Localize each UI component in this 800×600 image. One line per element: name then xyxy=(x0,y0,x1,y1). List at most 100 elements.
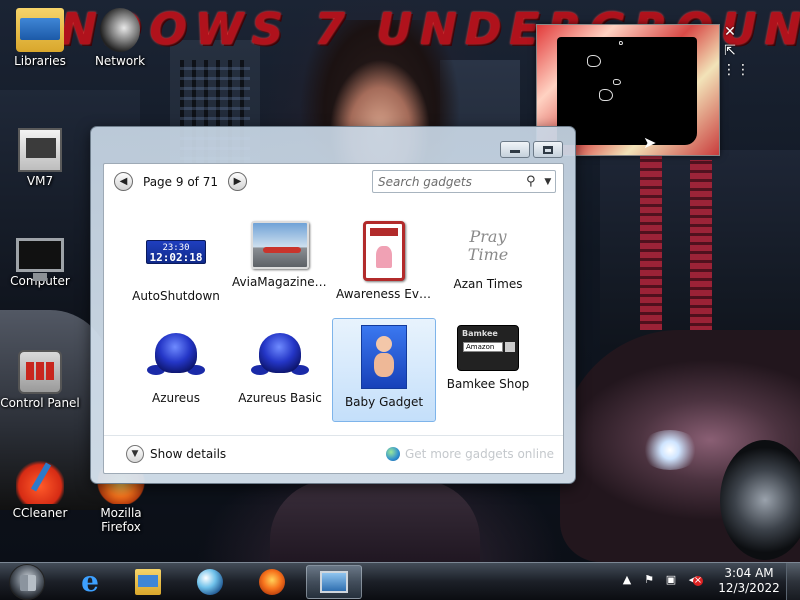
internet-explorer-icon: e xyxy=(81,565,99,598)
minimize-button[interactable] xyxy=(500,141,530,158)
libraries-icon xyxy=(16,8,64,52)
maximize-icon xyxy=(543,145,553,154)
gadget-tile-azureus-basic[interactable]: Azureus Basic xyxy=(228,318,332,422)
taskbar-firefox[interactable] xyxy=(244,565,300,599)
chevron-up-icon[interactable]: ▲ xyxy=(620,573,634,587)
taskbar-windows-media-player[interactable] xyxy=(182,565,238,599)
control-panel-icon xyxy=(18,350,62,394)
desktop-icon-computer[interactable]: Computer xyxy=(0,232,80,288)
baby-gadget-thumbnail xyxy=(361,325,407,389)
desktop-icon-label: Network xyxy=(94,54,146,68)
detach-icon[interactable]: ⇱ xyxy=(722,43,738,59)
show-details-label: Show details xyxy=(150,447,227,461)
taskbar-internet-explorer[interactable]: e xyxy=(62,565,118,599)
gadget-tile-aviamagazine[interactable]: AviaMagazine R... xyxy=(228,214,332,318)
get-more-gadgets-label: Get more gadgets online xyxy=(405,447,555,461)
asteroid-icon xyxy=(587,55,601,67)
show-desktop-button[interactable] xyxy=(786,563,800,600)
bamkee-shop-header: Bamkee xyxy=(462,329,498,338)
gadget-name: Awareness Even... xyxy=(336,287,435,301)
autoshutdown-current-time: 12:02:18 xyxy=(149,251,203,264)
desktop-icon-label: Libraries xyxy=(14,54,66,68)
frog-icon xyxy=(147,325,205,385)
desktop-icon-ccleaner[interactable]: CCleaner xyxy=(0,460,80,520)
desktop-icon-network[interactable]: Network xyxy=(80,8,160,68)
azan-times-thumbnail: Pray Time xyxy=(457,221,519,271)
wallpaper-car-headlight xyxy=(640,430,700,470)
asteroid-icon xyxy=(619,41,623,45)
desktop-icon-label: CCleaner xyxy=(12,506,68,520)
search-box[interactable]: ⚲ ▼ xyxy=(372,170,556,193)
wallpaper-neon-sign xyxy=(690,160,712,350)
gadget-tile-azureus[interactable]: Azureus xyxy=(124,318,228,422)
aviamagazine-thumbnail xyxy=(251,221,309,269)
gadget-name: Baby Gadget xyxy=(344,395,424,409)
search-input[interactable] xyxy=(378,174,526,189)
chevron-down-icon[interactable]: ▼ xyxy=(544,177,555,187)
bamkee-shop-thumbnail: Bamkee Amazon xyxy=(457,325,519,371)
taskbar-clock[interactable]: 3:04 AM 12/3/2022 xyxy=(718,566,780,596)
gadget-tile-autoshutdown[interactable]: 23:30 12:02:18 Cancel AutoShutdown xyxy=(124,214,228,318)
volume-muted-icon[interactable]: ◀ xyxy=(686,573,703,587)
gadget-tile-azan-times[interactable]: Pray Time Azan Times xyxy=(436,214,540,318)
gadget-name: AutoShutdown xyxy=(132,289,220,303)
gadget-name: Azureus Basic xyxy=(238,391,322,405)
start-button[interactable] xyxy=(9,564,45,600)
page-indicator: Page 9 of 71 xyxy=(143,174,218,189)
get-more-gadgets-link[interactable]: Get more gadgets online xyxy=(386,447,554,461)
network-icon xyxy=(100,8,140,52)
gadget-grid: 23:30 12:02:18 Cancel AutoShutdown AviaM… xyxy=(124,214,544,422)
close-icon[interactable]: ✕ xyxy=(722,24,738,40)
network-icon[interactable]: ▣ xyxy=(664,573,678,587)
autoshutdown-thumbnail: 23:30 12:02:18 Cancel xyxy=(146,221,206,283)
drag-handle-icon[interactable]: ⋮⋮ xyxy=(722,62,750,78)
gadget-tile-baby-gadget[interactable]: Baby Gadget xyxy=(332,318,436,422)
media-player-icon xyxy=(197,569,223,595)
search-icon[interactable]: ⚲ xyxy=(526,174,538,189)
system-tray: ▲ ⚑ ▣ ◀ xyxy=(620,573,703,587)
azan-times-logo-text: Pray Time xyxy=(467,227,509,264)
previous-page-button[interactable]: ◀ xyxy=(114,172,133,191)
desktop-icon-label: Mozilla Firefox xyxy=(100,506,142,534)
desktop-icon-label: VM7 xyxy=(26,174,54,188)
wallpaper-neon-sign xyxy=(640,150,662,330)
mouse-cursor-icon: ➤ xyxy=(643,133,657,152)
bamkee-shop-go-icon xyxy=(505,342,515,352)
gadget-gallery-window: ◀ Page 9 of 71 ▶ ⚲ ▼ 23:30 12:02:18 Canc… xyxy=(90,126,576,484)
asteroid-icon xyxy=(613,79,621,85)
gadget-tile-bamkee-shop[interactable]: Bamkee Amazon Bamkee Shop xyxy=(436,318,540,422)
window-controls xyxy=(500,141,563,158)
asteroid-icon xyxy=(599,89,613,101)
desktop-icon-vm7[interactable]: VM7 xyxy=(0,128,80,188)
desktop-icon-control-panel[interactable]: Control Panel xyxy=(0,350,80,410)
gadget-preview-screen: ➤ xyxy=(557,37,697,152)
globe-icon xyxy=(386,447,400,461)
desktop-icon-label: Control Panel xyxy=(0,396,80,410)
taskbar-windows-explorer[interactable] xyxy=(120,565,176,599)
gadget-preview-toolbar: ✕ ⇱ ⋮⋮ xyxy=(722,24,750,81)
gadget-name: Azan Times xyxy=(453,277,523,291)
taskbar: e ▲ ⚑ ▣ ◀ 3:04 AM 12/3/2022 xyxy=(0,562,800,600)
gadget-tile-awareness-events[interactable]: Awareness Even... xyxy=(332,214,436,318)
next-page-button[interactable]: ▶ xyxy=(227,172,247,191)
desktop-icon-libraries[interactable]: Libraries xyxy=(0,8,80,68)
show-details-toggle[interactable]: ▼ Show details xyxy=(126,445,226,463)
gadget-name: Bamkee Shop xyxy=(446,377,530,391)
frog-icon xyxy=(251,325,309,385)
minimize-icon xyxy=(510,150,520,153)
awareness-events-thumbnail xyxy=(363,221,405,281)
maximize-button[interactable] xyxy=(533,141,563,158)
firefox-icon xyxy=(259,569,285,595)
ccleaner-icon xyxy=(16,460,64,504)
gadget-name: AviaMagazine R... xyxy=(232,275,331,289)
clock-date: 12/3/2022 xyxy=(718,581,780,595)
folder-icon xyxy=(135,569,161,595)
bamkee-shop-select: Amazon xyxy=(463,342,503,352)
wallpaper-woman-body xyxy=(270,480,480,562)
gadget-gallery-icon xyxy=(320,571,348,593)
taskbar-gadget-gallery[interactable] xyxy=(306,565,362,599)
wallpaper-car-wheel xyxy=(720,440,800,560)
autoshutdown-caption: Cancel xyxy=(163,264,189,272)
chevron-down-icon: ▼ xyxy=(126,445,144,463)
flag-icon[interactable]: ⚑ xyxy=(642,573,656,587)
